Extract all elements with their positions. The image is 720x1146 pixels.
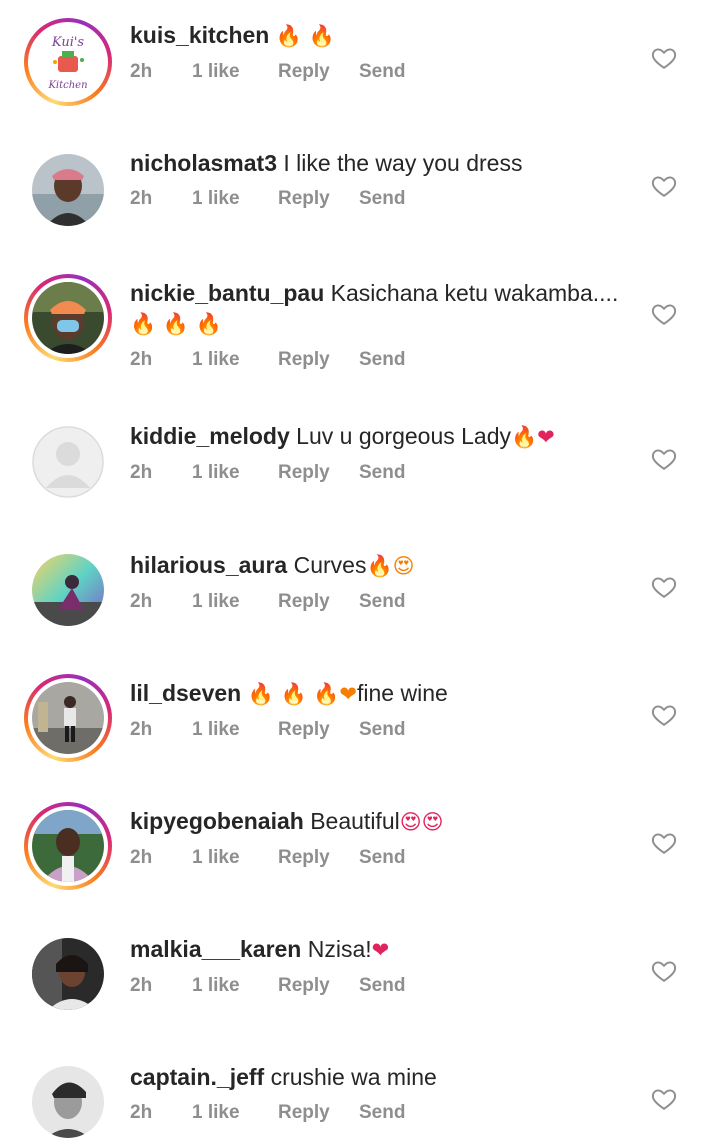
profile-photo <box>32 938 104 1010</box>
like-count[interactable]: 1 like <box>192 61 278 83</box>
profile-photo <box>32 810 104 882</box>
avatar[interactable] <box>24 802 112 890</box>
comment-time: 2h <box>130 188 153 209</box>
svg-text:Kitchen: Kitchen <box>47 80 87 91</box>
like-count[interactable]: 1 like <box>192 1102 278 1124</box>
comment-time: 2h <box>130 591 153 612</box>
send-button[interactable]: Send <box>359 719 405 741</box>
fire-heart-emoji: 🔥 🔥 🔥❤ <box>247 682 358 706</box>
heart-icon[interactable] <box>651 702 677 728</box>
heart-icon[interactable] <box>651 1086 677 1112</box>
avatar[interactable] <box>24 546 112 634</box>
comment-text: I like the way you dress <box>277 150 523 176</box>
profile-photo <box>32 682 104 754</box>
heart-icon[interactable] <box>651 45 677 71</box>
avatar[interactable] <box>24 146 112 234</box>
reply-button[interactable]: Reply <box>278 975 359 997</box>
send-button[interactable]: Send <box>359 188 405 210</box>
kitchen-logo-avatar: Kui's Kitchen <box>32 26 104 98</box>
avatar[interactable]: Kui's Kitchen <box>24 18 112 106</box>
comment-username[interactable]: kiddie_melody <box>130 423 290 449</box>
comment-time: 2h <box>130 975 153 996</box>
red-heart-emoji: ❤ <box>371 938 390 962</box>
heart-icon[interactable] <box>651 301 677 327</box>
comment-username[interactable]: captain._jeff <box>130 1064 264 1090</box>
fire-heart-emoji: 🔥❤ <box>511 425 555 449</box>
send-button[interactable]: Send <box>359 1102 405 1124</box>
fire-emoji: 🔥 🔥 🔥 <box>130 312 222 336</box>
send-button[interactable]: Send <box>359 462 405 484</box>
comment-time: 2h <box>130 61 153 82</box>
comment-time: 2h <box>130 462 153 483</box>
reply-button[interactable]: Reply <box>278 462 359 484</box>
send-button[interactable]: Send <box>359 847 405 869</box>
comment-username[interactable]: hilarious_aura <box>130 552 287 578</box>
heart-icon[interactable] <box>651 830 677 856</box>
heart-icon[interactable] <box>651 958 677 984</box>
like-count[interactable]: 1 like <box>192 975 278 997</box>
avatar[interactable] <box>24 418 112 506</box>
comment-username[interactable]: lil_dseven <box>130 680 241 706</box>
svg-text:Kui's: Kui's <box>51 35 85 50</box>
like-count[interactable]: 1 like <box>192 847 278 869</box>
comment-username[interactable]: nicholasmat3 <box>130 150 277 176</box>
reply-button[interactable]: Reply <box>278 349 359 371</box>
fire-emoji: 🔥 🔥 <box>275 24 335 48</box>
profile-photo <box>32 1066 104 1138</box>
comment-text: fine wine <box>357 680 448 706</box>
avatar[interactable] <box>24 674 112 762</box>
reply-button[interactable]: Reply <box>278 591 359 613</box>
like-count[interactable]: 1 like <box>192 719 278 741</box>
like-count[interactable]: 1 like <box>192 188 278 210</box>
avatar[interactable] <box>24 274 112 362</box>
heart-icon[interactable] <box>651 446 677 472</box>
comment-text: Kasichana ketu wakamba.... <box>324 280 619 306</box>
comment-text: Beautiful <box>303 808 400 834</box>
reply-button[interactable]: Reply <box>278 719 359 741</box>
like-count[interactable]: 1 like <box>192 462 278 484</box>
send-button[interactable]: Send <box>359 975 405 997</box>
reply-button[interactable]: Reply <box>278 847 359 869</box>
comment-time: 2h <box>130 349 153 370</box>
comment-text: Nzisa! <box>301 936 372 962</box>
comment-username[interactable]: malkia___karen <box>130 936 301 962</box>
comment-username[interactable]: nickie_bantu_pau <box>130 280 324 306</box>
reply-button[interactable]: Reply <box>278 188 359 210</box>
like-count[interactable]: 1 like <box>192 591 278 613</box>
comment-text: Luv u gorgeous Lady <box>289 423 511 449</box>
comment-text: crushie wa mine <box>264 1064 437 1090</box>
profile-photo <box>32 282 104 354</box>
heart-eyes-emoji: 😍😍 <box>399 810 444 834</box>
send-button[interactable]: Send <box>359 591 405 613</box>
heart-icon[interactable] <box>651 173 677 199</box>
avatar[interactable] <box>24 1058 112 1146</box>
comment-username[interactable]: kipyegobenaiah <box>130 808 304 834</box>
default-avatar-icon <box>32 426 104 498</box>
like-count[interactable]: 1 like <box>192 349 278 371</box>
profile-photo <box>32 154 104 226</box>
send-button[interactable]: Send <box>359 349 405 371</box>
comment-time: 2h <box>130 1102 153 1123</box>
comment-time: 2h <box>130 719 153 740</box>
send-button[interactable]: Send <box>359 61 405 83</box>
profile-photo <box>32 554 104 626</box>
reply-button[interactable]: Reply <box>278 61 359 83</box>
fire-heart-eyes-emoji: 🔥😍 <box>366 554 415 578</box>
reply-button[interactable]: Reply <box>278 1102 359 1124</box>
comment-text: Curves <box>287 552 367 578</box>
avatar[interactable] <box>24 930 112 1018</box>
comment-username[interactable]: kuis_kitchen <box>130 22 269 48</box>
heart-icon[interactable] <box>651 574 677 600</box>
comment-time: 2h <box>130 847 153 868</box>
